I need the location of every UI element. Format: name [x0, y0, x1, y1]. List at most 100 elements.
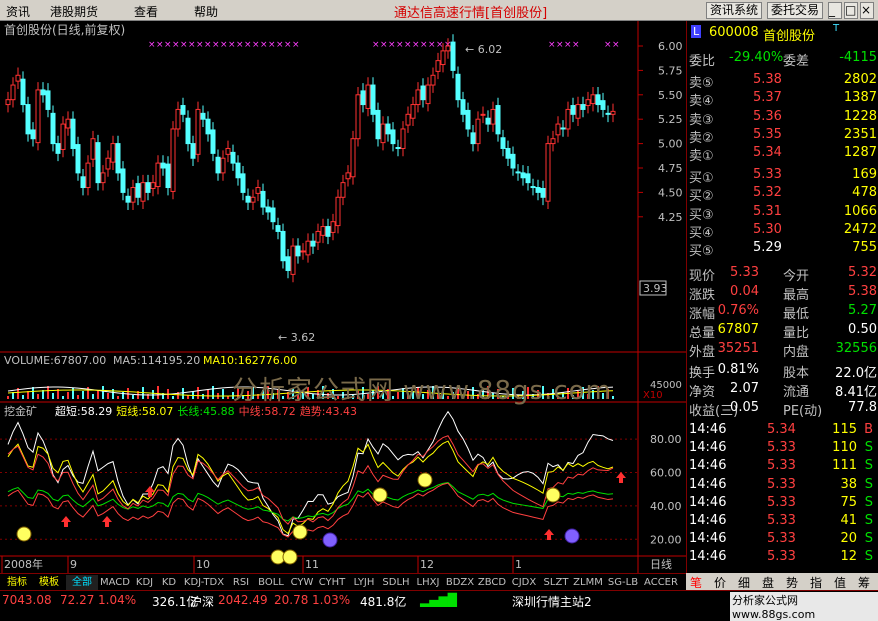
signal-mark: ×: [164, 40, 172, 50]
volume-bar: [7, 396, 9, 399]
candle-body: [45, 90, 51, 110]
app-title-stock: [首创股份]: [485, 6, 548, 21]
indicator-tab[interactable]: BOLL: [255, 575, 287, 590]
minimize-button[interactable]: _: [828, 2, 842, 19]
candle-body: [15, 74, 21, 82]
indicator-tab[interactable]: SDLH: [381, 575, 411, 590]
price-axis-label: 4.75: [658, 162, 683, 175]
candle-body: [295, 245, 301, 257]
fundamental-row: 净资 2.07 流通 8.41亿: [687, 381, 878, 400]
indicator-tab[interactable]: SG-LB: [605, 575, 641, 590]
orderbook-volume: 1287: [843, 145, 877, 161]
stat-value: 0.50: [848, 322, 877, 337]
stat-label: 今开: [783, 269, 810, 284]
orderbook-row: 买① 5.33 169: [687, 167, 878, 186]
menu-bar: 资讯 港股期货 查看 帮助 通达信高速行情[首创股份] 资讯系统 委托交易 _ …: [0, 0, 878, 21]
volume-ma10: MA10:162776.00: [203, 354, 297, 367]
menu-hk-futures[interactable]: 港股期货: [50, 3, 98, 20]
indicator-tab[interactable]: KD: [159, 575, 179, 590]
volume-bar: [132, 395, 134, 399]
stat-label: 净资: [689, 385, 716, 400]
candle-body: [25, 104, 31, 135]
signal-mark: ×: [556, 40, 564, 50]
candle-body: [445, 45, 451, 52]
candle-body: [485, 117, 491, 125]
trade-button[interactable]: 委托交易: [767, 2, 824, 19]
indicator-tab[interactable]: MACD: [100, 575, 130, 590]
detail-tab[interactable]: 筹: [858, 574, 870, 591]
candle-body: [250, 196, 256, 203]
watermark-footer: 分析家公式网 www.88gs.com: [730, 592, 878, 621]
signal-mark: ×: [436, 40, 444, 50]
indicator-tab[interactable]: ACCER: [643, 575, 679, 590]
tick-row: 14:46 5.34 115 B: [687, 422, 878, 440]
candle-body: [595, 94, 601, 106]
detail-tab[interactable]: 细: [738, 574, 750, 591]
close-button[interactable]: ×: [860, 2, 874, 19]
candle-body: [60, 123, 66, 150]
menu-help[interactable]: 帮助: [194, 3, 218, 20]
kline-chart[interactable]: 6.005.755.505.255.004.754.504.25× × × × × × × ×…: [0, 21, 686, 573]
indicator-tab[interactable]: BDZX: [445, 575, 475, 590]
restore-button[interactable]: □: [844, 2, 858, 19]
detail-tab[interactable]: 笔: [690, 574, 702, 591]
indicator-tab[interactable]: CYHT: [317, 575, 347, 590]
orderbook-volume: 2351: [843, 126, 877, 142]
volume-bar: [22, 395, 24, 399]
candle-body: [525, 173, 531, 184]
indicator-tab[interactable]: 模板: [34, 575, 64, 590]
candle-body: [175, 108, 181, 130]
candle-body: [20, 78, 26, 106]
volume-bar: [172, 396, 174, 399]
detail-tab[interactable]: 价: [714, 574, 726, 591]
detail-tab[interactable]: 指: [810, 574, 822, 591]
volume-bar: [32, 387, 34, 399]
tick-time: 14:46: [689, 476, 727, 492]
signal-mark: ×: [412, 40, 420, 50]
candle-body: [70, 118, 76, 149]
indicator-tab[interactable]: ZLMM: [573, 575, 603, 590]
candle-body: [190, 143, 196, 159]
menu-news[interactable]: 资讯: [6, 3, 30, 20]
stat-value: 0.76%: [717, 303, 759, 318]
indicator-tab[interactable]: LYJH: [349, 575, 379, 590]
detail-tab[interactable]: 盘: [762, 574, 774, 591]
signal-mark: ×: [396, 40, 404, 50]
quote-stat-row: 总量 67807 量比 0.50: [687, 322, 878, 341]
menu-view[interactable]: 查看: [134, 3, 158, 20]
indicator-tab[interactable]: KDJ-TDX: [181, 575, 227, 590]
tick-time: 14:46: [689, 513, 727, 528]
fundamental-row: 换手 0.81% 股本 22.0亿: [687, 362, 878, 381]
indicator-tab[interactable]: KDJ: [132, 575, 157, 590]
stat-label: 内盘: [783, 345, 810, 360]
candle-body: [10, 84, 16, 101]
period-label[interactable]: 日线: [650, 557, 672, 571]
stat-value: 5.38: [848, 284, 877, 299]
detail-tab[interactable]: 值: [834, 574, 846, 591]
orderbook-volume: 478: [852, 185, 877, 201]
orderbook-row: 卖② 5.35 2351: [687, 126, 878, 146]
candle-body: [575, 104, 581, 119]
candle-body: [600, 100, 606, 110]
candle-body: [110, 143, 116, 163]
indicator-tab[interactable]: 指标: [2, 575, 32, 590]
indicator-tab[interactable]: SLZT: [541, 575, 571, 590]
indicator-tab[interactable]: 全部: [66, 575, 98, 590]
candle-body: [370, 84, 376, 115]
detail-tab[interactable]: 势: [786, 574, 798, 591]
orderbook-row: 买④ 5.30 2472: [687, 222, 878, 241]
tick-volume: 38: [840, 476, 857, 492]
indicator-tab[interactable]: LHXJ: [413, 575, 443, 590]
candle-body: [215, 156, 221, 174]
indicator-tab[interactable]: CYW: [289, 575, 315, 590]
indicator-tab[interactable]: CJDX: [509, 575, 539, 590]
indicator-tab[interactable]: ZBCD: [477, 575, 507, 590]
news-system-button[interactable]: 资讯系统: [706, 2, 763, 19]
indicator-tab[interactable]: RSI: [229, 575, 253, 590]
stat-value: 67807: [717, 322, 759, 337]
candle-body: [30, 129, 36, 140]
orderbook-row: 卖③ 5.36 1228: [687, 109, 878, 128]
volume-bar: [77, 395, 79, 399]
volume-bar: [182, 388, 184, 399]
tick-volume: 12: [840, 549, 857, 565]
